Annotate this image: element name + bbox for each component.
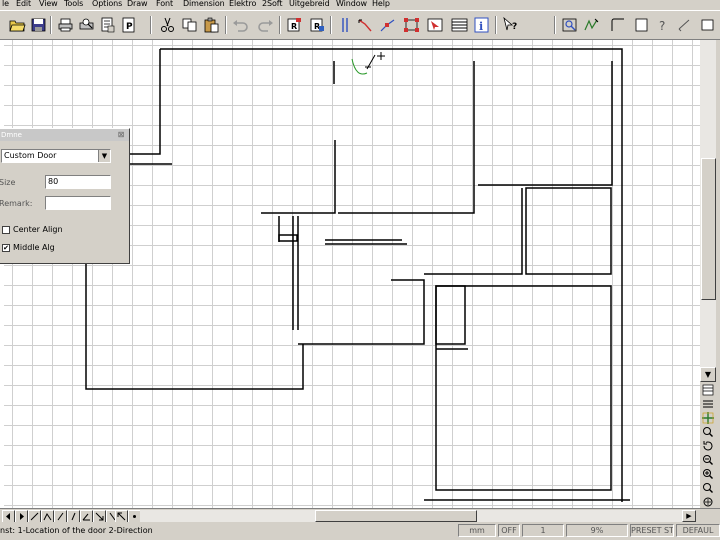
print-preview-icon[interactable] xyxy=(77,15,96,35)
size-label: Size xyxy=(0,178,16,187)
save-icon[interactable] xyxy=(29,15,48,35)
floor-plan xyxy=(85,48,630,502)
menu-edit[interactable]: Edit xyxy=(16,0,31,9)
menu-bar: le Edit View Tools Options Draw Font Dim… xyxy=(0,0,720,10)
menu-2soft[interactable]: 2Soft xyxy=(262,0,282,9)
horizontal-scroll-thumb[interactable] xyxy=(315,510,477,522)
zoom-all-icon[interactable] xyxy=(702,468,714,480)
zoom-window-icon[interactable] xyxy=(702,482,714,494)
center-align-label: Center Align xyxy=(13,225,63,234)
rotate-icon[interactable] xyxy=(702,440,714,452)
corner-icon[interactable] xyxy=(608,15,627,35)
render-icon[interactable]: R xyxy=(285,15,304,35)
svg-text:?: ? xyxy=(512,22,517,32)
middle-align-checkbox[interactable]: ✔ xyxy=(2,244,10,252)
door-properties-panel: Dmne ⊠ Custom Door ▼ Size 80 Remark: Cen… xyxy=(0,128,130,264)
panel-titlebar[interactable]: Dmne ⊠ xyxy=(0,129,129,141)
panel-title: Dmne xyxy=(1,131,22,139)
close-icon[interactable]: ⊠ xyxy=(117,131,125,139)
zoom-out-icon[interactable] xyxy=(702,454,714,466)
cut-icon[interactable] xyxy=(158,15,177,35)
remark-label: Remark: xyxy=(0,199,33,208)
status-mode: OFF xyxy=(498,524,520,537)
menu-dimension[interactable]: Dimension xyxy=(183,0,225,9)
list-view-icon[interactable] xyxy=(702,398,714,410)
drawing-canvas[interactable] xyxy=(4,40,700,508)
undo-icon[interactable] xyxy=(231,15,250,35)
menu-options[interactable]: Options xyxy=(92,0,122,9)
grid-plus-icon[interactable] xyxy=(702,412,714,424)
menu-font[interactable]: Font xyxy=(156,0,173,9)
middle-align-label: Middle Alg xyxy=(13,243,55,252)
menu-uitgebreid[interactable]: Uitgebreid xyxy=(289,0,330,9)
toolbar: P R R i ? ? xyxy=(0,10,720,40)
svg-text:i: i xyxy=(479,20,483,33)
status-unit: mm xyxy=(458,524,496,537)
render-region-icon[interactable]: R xyxy=(308,15,327,35)
status-preset: PRESET ST xyxy=(630,524,674,537)
status-value: 1 xyxy=(522,524,564,537)
menu-draw[interactable]: Draw xyxy=(127,0,148,9)
zoom-box-icon[interactable] xyxy=(560,15,579,35)
question-icon[interactable]: ? xyxy=(654,15,673,35)
layer-list-icon[interactable] xyxy=(702,384,714,396)
right-tool-panel xyxy=(700,382,720,508)
status-layer: DEFAUL xyxy=(676,524,720,537)
status-message: nst: 1-Location of the door 2-Direction xyxy=(0,526,153,535)
vertical-scroll-thumb[interactable] xyxy=(701,158,716,300)
remark-field[interactable] xyxy=(45,196,111,210)
size-field[interactable]: 80 xyxy=(45,175,111,189)
rectangle-icon[interactable] xyxy=(632,15,651,35)
crosshair-cursor xyxy=(365,52,385,70)
open-folder-icon[interactable] xyxy=(8,15,27,35)
scroll-down-arrow[interactable]: ▼ xyxy=(700,367,716,382)
menu-tools[interactable]: Tools xyxy=(64,0,83,9)
vertical-scrollbar[interactable]: ▼ xyxy=(700,40,716,382)
snap-icon[interactable] xyxy=(582,15,601,35)
page-icon[interactable]: P xyxy=(119,15,138,35)
page-setup-icon[interactable] xyxy=(98,15,117,35)
selection-handles-icon[interactable] xyxy=(402,15,421,35)
redo-icon[interactable] xyxy=(256,15,275,35)
arrow-line-icon[interactable] xyxy=(356,15,375,35)
horizontal-scrollbar[interactable]: ▶ xyxy=(140,510,696,522)
node-edit-icon[interactable] xyxy=(378,15,397,35)
door-type-value: Custom Door xyxy=(4,151,57,160)
sketch-icon[interactable] xyxy=(675,15,694,35)
svg-text:R: R xyxy=(291,22,297,31)
svg-text:?: ? xyxy=(659,19,665,33)
menu-view[interactable]: View xyxy=(39,0,58,9)
cursor-arc xyxy=(351,58,368,75)
door-type-select[interactable]: Custom Door ▼ xyxy=(1,149,111,163)
scroll-right-arrow[interactable]: ▶ xyxy=(682,510,696,522)
menu-file[interactable]: le xyxy=(2,0,9,9)
print-icon[interactable] xyxy=(56,15,75,35)
vertical-lines-icon[interactable] xyxy=(336,15,355,35)
menu-window[interactable]: Window xyxy=(336,0,367,9)
menu-help[interactable]: Help xyxy=(372,0,390,9)
svg-text:P: P xyxy=(126,22,133,32)
bottom-toolbar: ▶ xyxy=(0,508,720,523)
menu-elektro[interactable]: Elektro xyxy=(229,0,256,9)
copy-icon[interactable] xyxy=(180,15,199,35)
help-pointer-icon[interactable]: ? xyxy=(501,15,520,35)
paste-icon[interactable] xyxy=(202,15,221,35)
zoom-in-icon[interactable] xyxy=(702,426,714,438)
info-icon[interactable]: i xyxy=(472,15,491,35)
chevron-down-icon[interactable]: ▼ xyxy=(98,150,110,162)
list-icon[interactable] xyxy=(450,15,469,35)
status-zoom: 9% xyxy=(566,524,628,537)
pan-icon[interactable] xyxy=(702,496,714,508)
status-bar: nst: 1-Location of the door 2-Direction … xyxy=(0,522,720,540)
center-align-checkbox[interactable] xyxy=(2,226,10,234)
box-icon[interactable] xyxy=(698,15,717,35)
pointer-icon[interactable] xyxy=(426,15,445,35)
